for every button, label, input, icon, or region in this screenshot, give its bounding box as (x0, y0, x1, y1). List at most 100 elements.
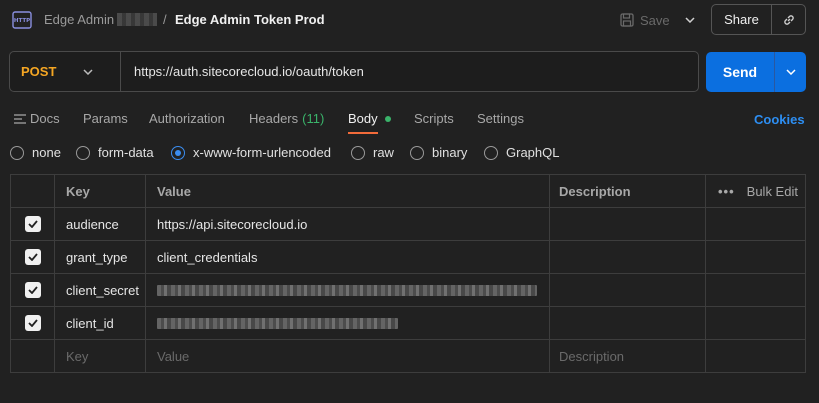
radio-graphql-label: GraphQL (506, 145, 560, 160)
row-checkbox-cell (11, 208, 55, 240)
table-row: grant_type client_credentials (11, 241, 805, 274)
bulk-edit-area: ••• Bulk Edit (706, 175, 805, 207)
tab-settings-label: Settings (477, 111, 524, 126)
new-value-input[interactable]: Value (146, 340, 550, 373)
url-bar: POST (9, 51, 699, 92)
body-indicator-dot (384, 115, 391, 122)
url-input[interactable] (121, 52, 698, 91)
radio-none-label: none (32, 145, 61, 160)
table-row: client_secret (11, 274, 805, 307)
row-value[interactable]: https://api.sitecorecloud.io (146, 208, 550, 240)
row-extra (706, 307, 805, 339)
bulk-edit-button[interactable]: Bulk Edit (747, 184, 798, 199)
send-group: Send (706, 52, 806, 92)
header-checkbox-cell (11, 175, 55, 207)
breadcrumb-separator: / (163, 12, 167, 27)
docs-icon (14, 113, 26, 124)
row-checkbox-cell (11, 340, 55, 373)
save-icon (620, 13, 634, 27)
copy-link-button[interactable] (772, 5, 805, 34)
radio-raw[interactable]: raw (351, 145, 394, 160)
row-checkbox-cell (11, 241, 55, 273)
tab-docs[interactable]: Docs (14, 111, 60, 126)
save-label: Save (640, 12, 670, 28)
cookies-link[interactable]: Cookies (754, 112, 805, 127)
row-key[interactable]: client_secret (55, 274, 146, 306)
check-icon (27, 319, 38, 327)
send-options-button[interactable] (774, 52, 806, 92)
row-extra (706, 340, 805, 373)
link-icon (783, 14, 794, 25)
redacted-client-id (157, 317, 398, 329)
row-extra (706, 241, 805, 273)
radio-circle (351, 145, 365, 160)
radio-circle (171, 145, 185, 160)
tab-scripts-label: Scripts (414, 111, 454, 126)
request-title[interactable]: Edge Admin Token Prod (175, 12, 325, 27)
row-description[interactable] (550, 307, 706, 339)
chevron-down-icon (83, 68, 93, 75)
row-checkbox[interactable] (24, 315, 41, 331)
row-description[interactable] (550, 241, 706, 273)
tab-settings[interactable]: Settings (477, 111, 524, 126)
row-checkbox-cell (11, 307, 55, 339)
radio-circle (10, 145, 24, 160)
radio-urlencoded[interactable]: x-www-form-urlencoded (171, 145, 331, 160)
tab-authorization[interactable]: Authorization (149, 111, 225, 126)
tab-headers[interactable]: Headers (11) (249, 111, 324, 126)
tab-params[interactable]: Params (83, 111, 128, 126)
save-options-button[interactable] (680, 9, 700, 31)
request-header: HTTP Edge Admin / Edge Admin Token Prod … (0, 0, 819, 40)
tab-authorization-label: Authorization (149, 111, 225, 126)
method-select[interactable]: POST (10, 52, 121, 91)
row-value[interactable]: client_credentials (146, 241, 550, 273)
radio-raw-label: raw (373, 145, 394, 160)
radio-binary-label: binary (432, 145, 468, 160)
row-checkbox[interactable] (24, 282, 41, 298)
column-header-description: Description (550, 175, 706, 207)
tab-body-label: Body (348, 111, 378, 126)
headers-count: (11) (302, 111, 325, 126)
method-label: POST (21, 64, 57, 79)
share-group: Share (711, 4, 806, 35)
radio-form-data[interactable]: form-data (76, 145, 154, 160)
check-icon (27, 286, 38, 294)
radio-graphql[interactable]: GraphQL (484, 145, 559, 160)
new-description-input[interactable]: Description (550, 340, 706, 373)
tab-scripts[interactable]: Scripts (414, 111, 454, 126)
row-value[interactable] (146, 274, 550, 306)
table-row: audience https://api.sitecorecloud.io (11, 208, 805, 241)
body-type-selector: none form-data x-www-form-urlencoded raw… (0, 145, 819, 165)
new-key-input[interactable]: Key (55, 340, 146, 373)
new-row: Key Value Description (11, 340, 805, 373)
save-button[interactable]: Save (620, 9, 670, 31)
row-checkbox-cell (11, 274, 55, 306)
send-button[interactable]: Send (706, 52, 774, 92)
radio-binary[interactable]: binary (410, 145, 467, 160)
column-header-key: Key (55, 175, 146, 207)
chevron-down-icon (685, 17, 695, 23)
row-value[interactable] (146, 307, 550, 339)
tab-body[interactable]: Body (348, 111, 391, 126)
active-tab-underline (348, 132, 378, 134)
redacted-text (117, 13, 157, 26)
svg-text:HTTP: HTTP (14, 18, 30, 24)
check-icon (27, 253, 38, 261)
tab-params-label: Params (83, 111, 128, 126)
table-row: client_id (11, 307, 805, 340)
row-key[interactable]: grant_type (55, 241, 146, 273)
row-key[interactable]: audience (55, 208, 146, 240)
row-checkbox[interactable] (24, 249, 41, 265)
row-extra (706, 208, 805, 240)
radio-none[interactable]: none (10, 145, 61, 160)
more-options-icon[interactable]: ••• (718, 184, 735, 199)
row-checkbox[interactable] (24, 216, 41, 232)
radio-urlencoded-label: x-www-form-urlencoded (193, 145, 331, 160)
row-description[interactable] (550, 208, 706, 240)
share-button[interactable]: Share (712, 5, 772, 34)
row-key[interactable]: client_id (55, 307, 146, 339)
redacted-secret (157, 284, 537, 296)
workspace-breadcrumb[interactable]: Edge Admin (44, 12, 114, 27)
row-description[interactable] (550, 274, 706, 306)
radio-circle (410, 145, 424, 160)
